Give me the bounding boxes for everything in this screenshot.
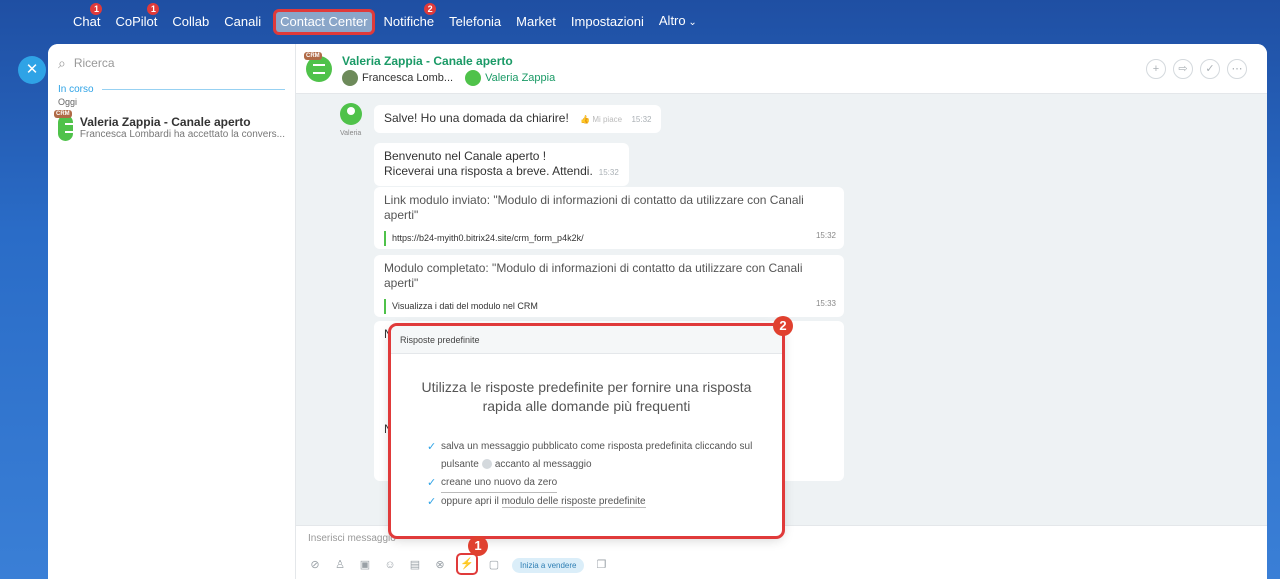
step-badge: 2 (773, 316, 793, 336)
message-bubble: Salve! Ho una domada da chiarire! 👍 Mi p… (374, 105, 662, 133)
system-message: Link modulo inviato: "Modulo di informaz… (374, 187, 844, 249)
start-selling-button[interactable]: Inizia a vendere (512, 557, 585, 573)
message-time: 15:32 (598, 168, 619, 177)
date-label: Oggi (58, 97, 78, 107)
system-message: Modulo completato: "Modulo di informazio… (374, 255, 844, 317)
nav-collab[interactable]: Collab (172, 12, 209, 32)
crm-badge: CRM (54, 110, 72, 118)
check-icon: ✓ (427, 441, 437, 453)
create-new-link[interactable]: creane uno nuovo da zero (441, 474, 558, 493)
message-time: 15:32 (631, 115, 652, 124)
quote-icon (481, 459, 492, 470)
like-button[interactable]: 👍 Mi piace (580, 115, 622, 124)
search-input[interactable]: Ricerca (74, 56, 115, 70)
message-input[interactable]: Inserisci messaggio (308, 533, 396, 544)
list-item[interactable]: CRM Valeria Zappia - Canale aperto Franc… (48, 109, 295, 144)
hide-icon[interactable]: ⊗ (433, 558, 447, 572)
user-name: Valeria (340, 130, 362, 137)
nav-notifiche[interactable]: Notifiche 2 (384, 3, 437, 32)
chat-title[interactable]: Valeria Zappia - Canale aperto (342, 54, 513, 68)
message-time: 15:33 (815, 299, 836, 308)
smile-icon[interactable]: ☺ (383, 558, 397, 572)
more-icon[interactable]: ⋯ (1227, 59, 1247, 79)
attach-icon[interactable]: ⊘ (308, 558, 322, 572)
nav-canali[interactable]: Canali (224, 12, 261, 32)
nav-chat[interactable]: Chat 1 (73, 3, 103, 32)
check-icon: ✓ (427, 496, 437, 508)
popup-header: Risposte predefinite (391, 326, 782, 354)
participant-client[interactable]: Valeria Zappia (485, 72, 555, 84)
crm-badge: CRM (304, 52, 322, 60)
top-navigation: Chat 1 CoPilot 1 Collab Canali Contact Cen… (0, 0, 1280, 44)
conversation-sidebar: ⌕ Ricerca In corso Oggi CRM Valeria Zapp… (48, 44, 296, 579)
nav-altro[interactable]: Altro (659, 11, 697, 33)
section-label: In corso (58, 84, 285, 95)
quick-answers-icon[interactable]: ⚡ (458, 555, 476, 573)
popup-title: Utilizza le risposte predefinite per for… (421, 379, 752, 414)
chat-participants: Francesca Lomb... Valeria Zappia (342, 70, 555, 86)
user-icon[interactable]: ♙ (333, 558, 347, 572)
openline-avatar: CRM (304, 52, 332, 82)
search-bar[interactable]: ⌕ Ricerca (48, 44, 295, 82)
composer-toolbar: ⊘ ♙ ▣ ☺ ▤ ⊗ ⚡ ▢ Inizia a vendere ❐ (308, 557, 619, 573)
nav-contact-center[interactable]: Contact Center (276, 12, 372, 32)
avatar[interactable] (340, 103, 362, 125)
document-icon[interactable]: ▤ (408, 558, 422, 572)
header-actions: + ⇨ ✓ ⋯ (1139, 59, 1247, 79)
nav-badge: 1 (147, 3, 160, 15)
popup-list: ✓ salva un messaggio pubblicato come ris… (427, 438, 782, 511)
check-icon: ✓ (427, 477, 437, 489)
crm-link[interactable]: Visualizza i dati del modulo nel CRM (384, 299, 834, 314)
message-bubble: Benvenuto nel Canale aperto ! Riceverai … (374, 143, 629, 186)
nav-impostazioni[interactable]: Impostazioni (571, 12, 644, 32)
open-module-link[interactable]: modulo delle risposte predefinite (501, 496, 646, 508)
form-icon[interactable]: ▣ (358, 558, 372, 572)
quick-answers-popup: Risposte predefinite Utilizza le rispost… (391, 326, 782, 536)
step-badge: 1 (468, 536, 488, 556)
file-icon[interactable]: ▢ (487, 558, 501, 572)
openline-avatar: CRM (54, 110, 77, 141)
close-icon[interactable]: ✕ (18, 56, 46, 84)
forward-icon[interactable]: ⇨ (1173, 59, 1193, 79)
nav-copilot[interactable]: CoPilot 1 (115, 3, 160, 32)
chat-header: CRM Valeria Zappia - Canale aperto Franc… (296, 44, 1267, 94)
message-time: 15:32 (815, 231, 836, 240)
plus-icon[interactable]: + (1146, 59, 1166, 79)
conversation-title: Valeria Zappia - Canale aperto (79, 115, 251, 129)
copy-icon[interactable]: ❐ (594, 558, 608, 572)
avatar[interactable] (465, 70, 482, 86)
nav-badge: 1 (90, 3, 103, 15)
avatar[interactable] (342, 70, 358, 86)
conversation-subtitle: Francesca Lombardi ha accettato la conve… (79, 129, 285, 140)
form-link[interactable]: https://b24-myith0.bitrix24.site/crm_for… (384, 231, 834, 246)
participant-operator[interactable]: Francesca Lomb... (362, 72, 453, 84)
nav-telefonia[interactable]: Telefonia (449, 12, 501, 32)
nav-badge: 2 (424, 3, 437, 15)
nav-market[interactable]: Market (516, 12, 556, 32)
search-icon: ⌕ (58, 54, 66, 71)
check-icon[interactable]: ✓ (1200, 59, 1220, 79)
